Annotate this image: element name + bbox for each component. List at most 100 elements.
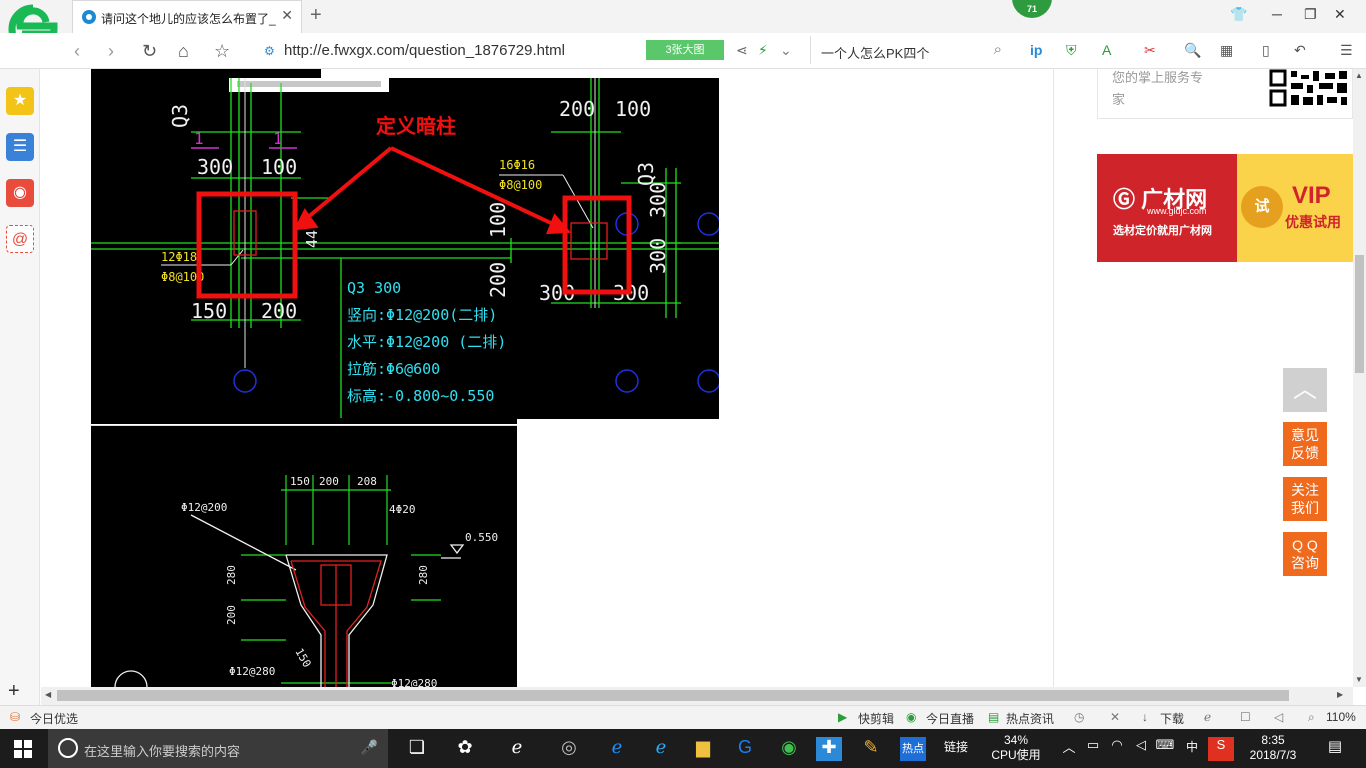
scroll-up-icon[interactable]: ▲ <box>1355 71 1363 80</box>
vertical-scroll-thumb[interactable] <box>1355 255 1364 373</box>
zoom-level[interactable]: 110% <box>1326 710 1356 724</box>
ie-mode-icon[interactable]: ℯ <box>1204 710 1211 724</box>
window-icon[interactable]: ☐ <box>1240 710 1251 724</box>
cad-dim-44: 44 <box>303 230 321 248</box>
live-icon[interactable]: ◉ <box>906 710 916 724</box>
volume-icon[interactable]: ◁ <box>1274 710 1283 724</box>
close-window-button[interactable]: ✕ <box>1334 6 1346 23</box>
weibo-icon[interactable]: ◉ <box>6 179 34 207</box>
speaker-icon[interactable]: ◁ <box>1128 737 1154 761</box>
advertisement-banner[interactable]: Ⓖ 广材网 www.gldjc.com 选材定价就用广材网 试 VIP 优惠试用 <box>1097 154 1353 262</box>
menu-icon[interactable]: ☰ <box>1340 42 1353 59</box>
quick-cut-icon[interactable]: ▶ <box>838 710 847 724</box>
edge-icon[interactable]: ℯ <box>604 737 630 761</box>
windows-start-icon[interactable] <box>14 740 32 758</box>
forward-icon[interactable]: › <box>108 41 114 62</box>
download-link[interactable]: 下载 <box>1160 710 1184 727</box>
magnifier-tool-icon[interactable]: 🔍 <box>1184 42 1201 59</box>
ime-indicator[interactable]: 中 <box>1186 740 1198 755</box>
page-content: 1 1 300 100 200 100 150 200 300 300 Q3 Q… <box>41 69 1353 687</box>
ie-icon[interactable]: ℯ <box>648 737 674 761</box>
reading-list-icon[interactable]: ☰ <box>6 133 34 161</box>
horizontal-scrollbar[interactable]: ◀ ▶ <box>41 687 1353 705</box>
vertical-scrollbar[interactable]: ▲ ▼ <box>1353 69 1366 687</box>
battery-icon[interactable]: ▭ <box>1080 737 1106 761</box>
hotpoint-icon[interactable]: 热点 <box>900 737 926 761</box>
360-icon[interactable]: ◉ <box>776 737 802 761</box>
browser-e-icon[interactable]: ℯ <box>504 737 530 761</box>
qr-code-icon[interactable] <box>1269 69 1349 107</box>
scissors-icon[interactable]: ✂ <box>1144 42 1156 59</box>
apps-grid-icon[interactable]: ▦ <box>1220 42 1233 59</box>
speed-icon[interactable]: ◷ <box>1074 710 1084 724</box>
follow-us-button[interactable]: 关注 我们 <box>1283 477 1327 521</box>
ip-tool-icon[interactable]: ip <box>1030 42 1042 58</box>
hot-news-icon[interactable]: ▤ <box>988 710 999 724</box>
feedback-button[interactable]: 意见 反馈 <box>1283 422 1327 466</box>
download-icon[interactable]: ↓ <box>1142 710 1148 724</box>
speed-mode-icon[interactable]: ⚡ <box>758 42 768 59</box>
live-link[interactable]: 今日直播 <box>926 710 974 727</box>
pinwheel-app-icon[interactable]: ✿ <box>452 737 478 761</box>
minimize-button[interactable]: ─ <box>1272 6 1282 22</box>
hot-news-link[interactable]: 热点资讯 <box>1006 710 1054 727</box>
favorites-star-icon[interactable]: ★ <box>6 87 34 115</box>
add-sidebar-icon[interactable]: + <box>8 680 20 703</box>
scroll-down-icon[interactable]: ▼ <box>1355 675 1363 684</box>
notification-badge[interactable]: 71 <box>1012 0 1052 18</box>
cad-rebar-right-1: 16Φ16 <box>499 158 535 172</box>
email-icon[interactable]: @ <box>6 225 34 253</box>
mobile-icon[interactable]: ▯ <box>1262 42 1270 59</box>
scroll-left-icon[interactable]: ◀ <box>45 690 51 699</box>
shield-icon[interactable]: ⛨ <box>1066 42 1077 59</box>
back-to-top-button[interactable]: ︿ <box>1283 368 1327 412</box>
tab-close-icon[interactable]: ✕ <box>281 7 293 24</box>
notification-center-icon[interactable]: ▤ <box>1322 737 1348 761</box>
cortana-icon[interactable] <box>58 738 78 758</box>
swirl-app-icon[interactable]: ◎ <box>556 737 582 761</box>
qq-consult-button[interactable]: Q Q 咨询 <box>1283 532 1327 576</box>
translate-icon[interactable]: A <box>1102 42 1111 58</box>
new-tab-button[interactable]: + <box>310 4 322 27</box>
daily-picks-link[interactable]: 今日优选 <box>30 710 78 727</box>
keyboard-icon[interactable]: ⌨ <box>1152 737 1178 761</box>
file-explorer-icon[interactable]: ▆ <box>690 737 716 761</box>
cad-rebar-right-2: Φ8@100 <box>499 178 542 192</box>
scroll-right-icon[interactable]: ▶ <box>1337 690 1343 699</box>
quick-cut-link[interactable]: 快剪辑 <box>858 710 894 727</box>
share-icon[interactable]: ⋖ <box>736 42 748 59</box>
clock[interactable]: 8:35 2018/7/3 <box>1242 733 1304 763</box>
back-icon[interactable]: ‹ <box>74 41 80 62</box>
undo-icon[interactable]: ↶ <box>1294 42 1306 59</box>
chevron-down-icon[interactable]: ⌄ <box>780 42 792 59</box>
search-box[interactable]: 一个人怎么PK四个 ⌕ <box>810 36 1010 64</box>
cad-side-300-2: 300 <box>646 238 670 274</box>
home-icon[interactable]: ⌂ <box>178 41 189 62</box>
secure-site-icon[interactable]: ⚙ <box>264 44 275 58</box>
taskbar-search-box[interactable]: 在这里输入你要搜索的内容 🎤 <box>48 729 388 768</box>
chevron-up-icon[interactable]: ︿ <box>1056 737 1082 761</box>
qq-app-icon[interactable]: ✚ <box>816 737 842 761</box>
search-input[interactable]: 一个人怎么PK四个 <box>821 43 929 62</box>
cpu-meter[interactable]: 34% CPU使用 <box>990 733 1042 763</box>
tools-icon[interactable]: ✕ <box>1110 710 1120 724</box>
clock-date: 2018/7/3 <box>1249 748 1297 762</box>
horizontal-scroll-thumb[interactable] <box>57 690 1289 701</box>
big-image-button[interactable]: 3张大图 <box>646 40 724 60</box>
url-field[interactable]: http://e.fwxgx.com/question_1876729.html <box>284 42 565 59</box>
task-view-icon[interactable]: ❏ <box>404 737 430 761</box>
notepad-icon[interactable]: ✎ <box>858 737 884 761</box>
sogou-icon[interactable]: S <box>1208 737 1234 761</box>
g-app-icon[interactable]: G <box>732 737 758 761</box>
refresh-icon[interactable]: ↻ <box>142 41 157 62</box>
favorite-star-icon[interactable]: ☆ <box>214 41 230 62</box>
wifi-icon[interactable]: ◠ <box>1104 737 1130 761</box>
skin-icon[interactable]: 👕 <box>1230 6 1247 23</box>
links-toolbar[interactable]: 链接 <box>944 740 968 755</box>
zoom-icon[interactable]: ⌕ <box>1308 710 1315 725</box>
browser-tab[interactable]: 请问这个地儿的应该怎么布置了_ ✕ <box>72 0 302 33</box>
microphone-icon[interactable]: 🎤 <box>361 739 378 756</box>
maximize-button[interactable]: ❐ <box>1304 6 1317 23</box>
search-icon[interactable]: ⌕ <box>994 41 1002 58</box>
daily-picks-icon[interactable]: ⛁ <box>10 710 20 724</box>
